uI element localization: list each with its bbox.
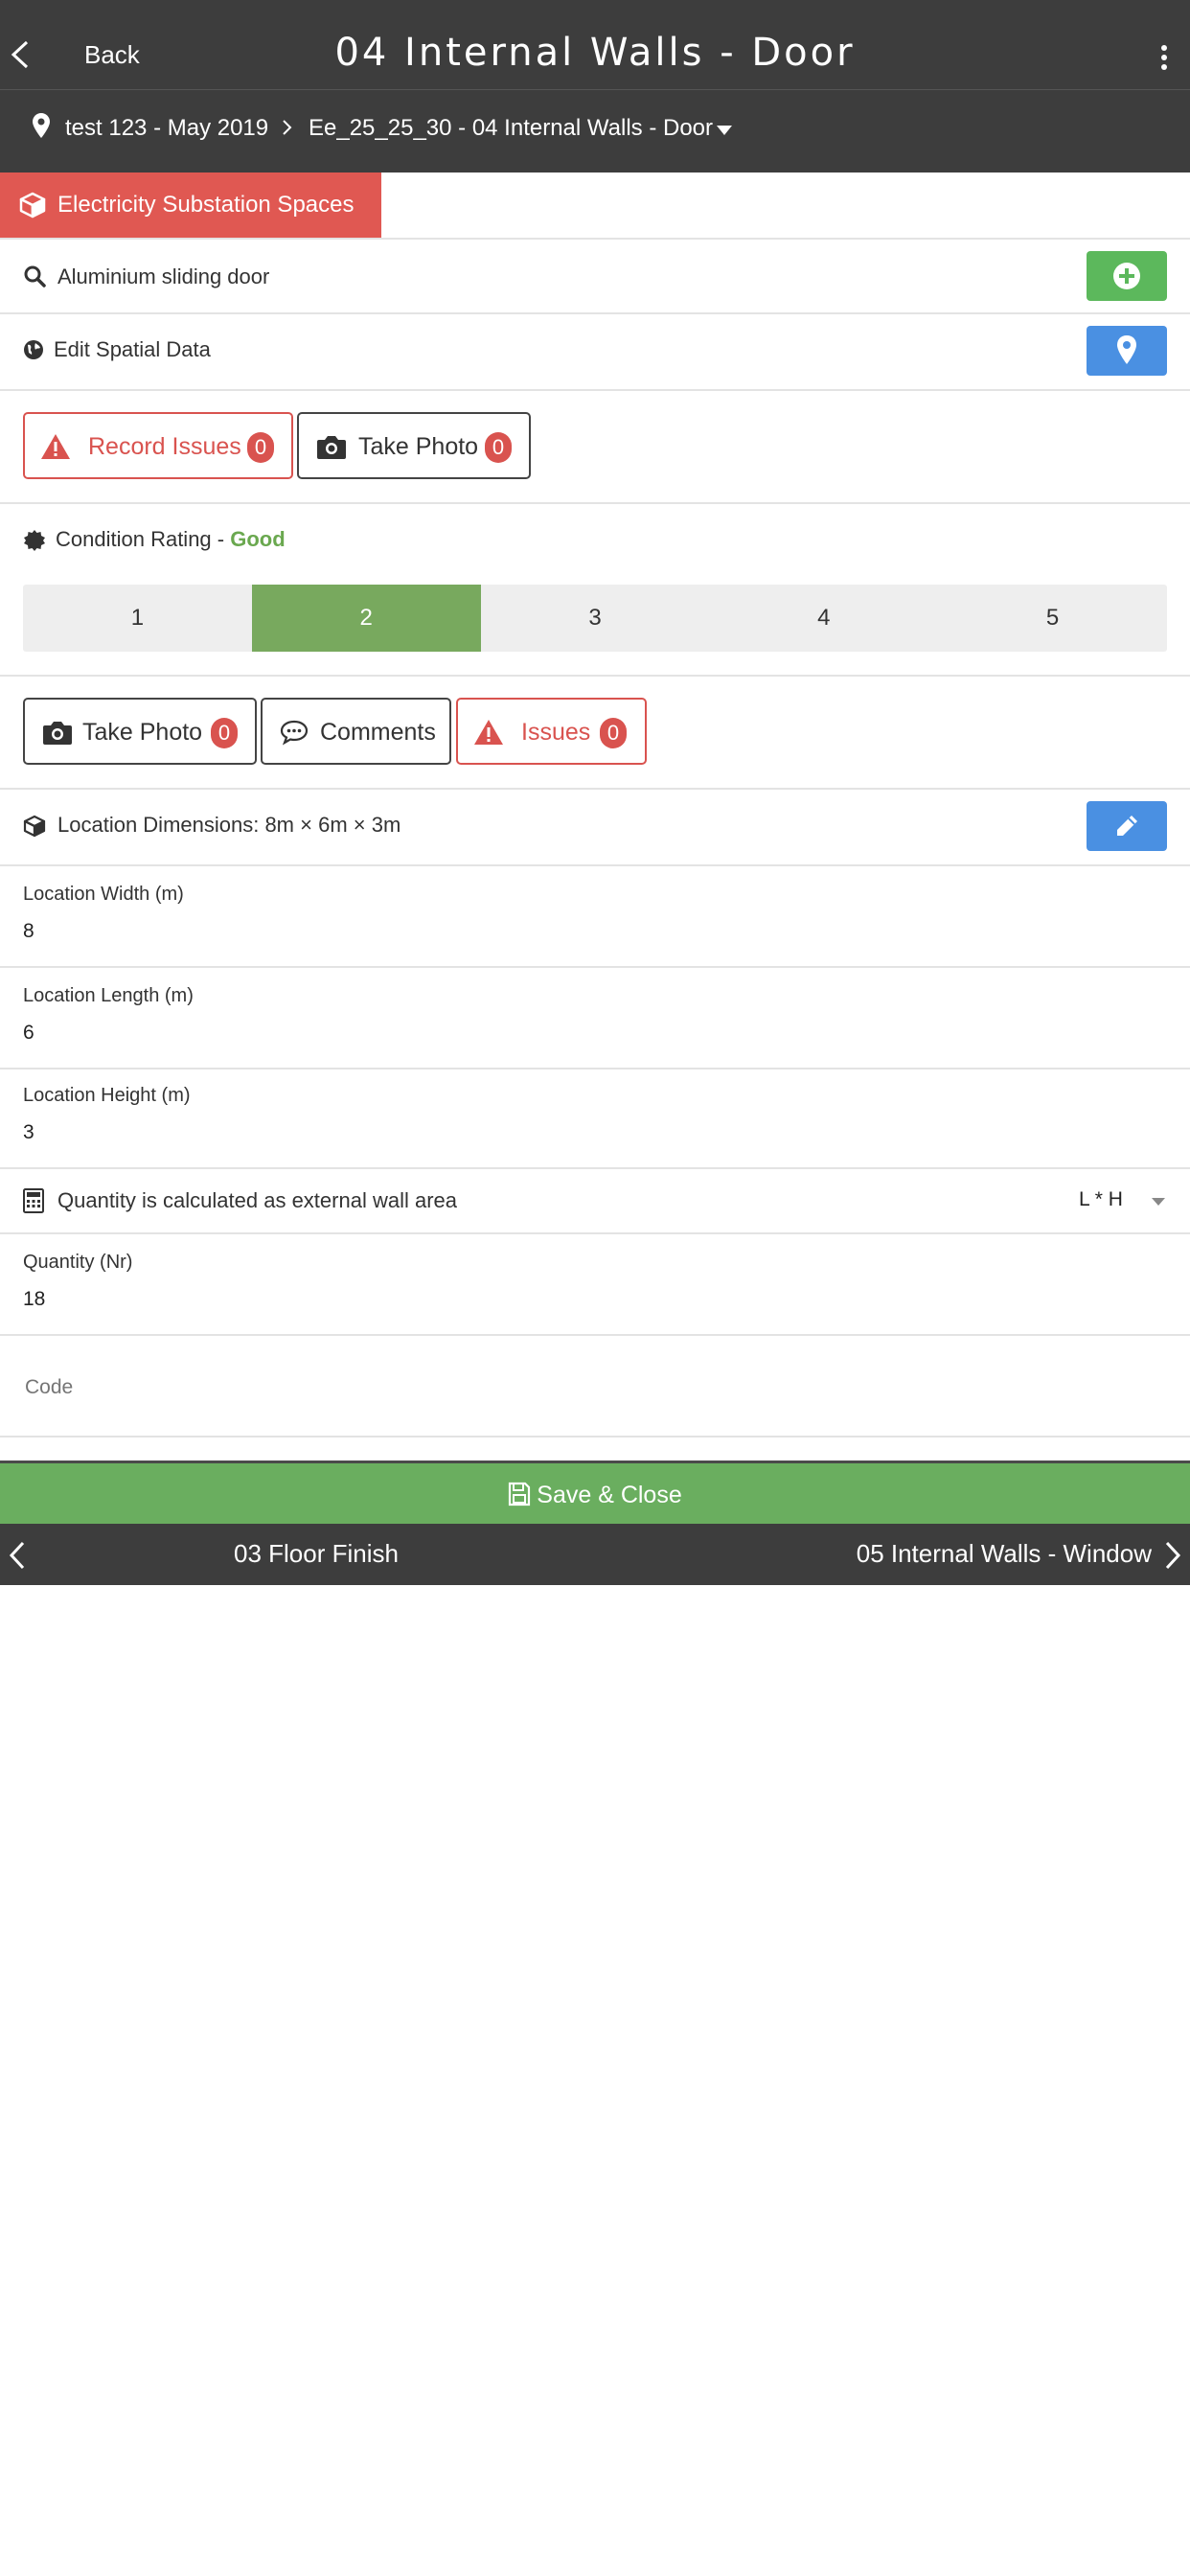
width-field[interactable]: Location Width (m) 8 [0, 866, 1190, 968]
formula-select[interactable]: L * H [1079, 1188, 1123, 1211]
prev-element-link[interactable]: 03 Floor Finish [234, 1539, 399, 1569]
rating-photo-count-badge: 0 [211, 718, 238, 748]
caret-down-icon[interactable] [1152, 1198, 1165, 1206]
length-field[interactable]: Location Length (m) 6 [0, 968, 1190, 1070]
spatial-row[interactable]: Edit Spatial Data [0, 314, 1190, 391]
comments-label: Comments [320, 719, 436, 746]
issues-count-badge: 0 [247, 432, 274, 463]
rating-take-photo-label: Take Photo [82, 719, 203, 746]
next-element-link[interactable]: 05 Internal Walls - Window [857, 1539, 1152, 1569]
map-pin-icon [33, 113, 50, 138]
pencil-icon [1117, 816, 1137, 836]
height-value[interactable]: 3 [23, 1121, 34, 1144]
length-value[interactable]: 6 [23, 1022, 34, 1045]
comments-button[interactable]: Comments [261, 698, 451, 765]
quantity-label: Quantity (Nr) [23, 1252, 133, 1273]
height-field[interactable]: Location Height (m) 3 [0, 1070, 1190, 1169]
issues-button[interactable]: Issues 0 [456, 698, 647, 765]
product-row[interactable]: Aluminium sliding door [0, 240, 1190, 314]
rating-take-photo-button[interactable]: Take Photo 0 [23, 698, 257, 765]
rating-option-4[interactable]: 4 [709, 585, 938, 652]
record-issues-button[interactable]: Record Issues 0 [23, 412, 293, 479]
code-field[interactable] [0, 1336, 1190, 1438]
dimensions-label: Location Dimensions: 8m × 6m × 3m [57, 813, 401, 837]
breadcrumb: test 123 - May 2019 Ee_25_25_30 - 04 Int… [0, 90, 1190, 172]
save-close-label: Save & Close [537, 1482, 682, 1508]
code-input[interactable] [23, 1368, 1163, 1407]
bottom-nav: 03 Floor Finish 05 Internal Walls - Wind… [0, 1524, 1190, 1585]
width-label: Location Width (m) [23, 884, 184, 905]
cube-icon [19, 192, 46, 218]
camera-icon [317, 436, 346, 459]
certificate-icon [24, 530, 45, 551]
chevron-right-icon[interactable] [1163, 1541, 1182, 1570]
breadcrumb-element[interactable]: Ee_25_25_30 - 04 Internal Walls - Door [309, 115, 713, 142]
photo-count-badge: 0 [485, 432, 512, 463]
camera-icon [43, 722, 72, 745]
space-tag[interactable]: Electricity Substation Spaces [0, 172, 381, 238]
breadcrumb-project[interactable]: test 123 - May 2019 [65, 115, 268, 142]
cube-icon [23, 815, 46, 838]
save-close-button[interactable]: Save & Close [0, 1460, 1190, 1524]
calculator-icon [23, 1188, 44, 1213]
edit-spatial-button[interactable] [1087, 326, 1167, 376]
length-label: Location Length (m) [23, 985, 194, 1006]
plus-circle-icon [1113, 263, 1140, 289]
floppy-disk-icon [509, 1482, 531, 1506]
height-label: Location Height (m) [23, 1085, 191, 1106]
spatial-label: Edit Spatial Data [54, 337, 211, 361]
rating-option-2[interactable]: 2 [251, 585, 481, 652]
edit-dimensions-button[interactable] [1087, 801, 1167, 851]
chevron-right-icon [283, 120, 292, 135]
quantity-value[interactable]: 18 [23, 1288, 45, 1311]
condition-label: Condition Rating - Good [56, 527, 286, 552]
width-value[interactable]: 8 [23, 920, 34, 943]
condition-prefix: Condition Rating - [56, 527, 231, 551]
comment-icon [280, 720, 309, 746]
space-tag-label: Electricity Substation Spaces [57, 192, 355, 218]
warning-icon [474, 720, 503, 745]
rating-actions-row: Take Photo 0 Comments Issues 0 [0, 677, 1190, 790]
warning-icon [41, 434, 70, 459]
quantity-calc-label: Quantity is calculated as external wall … [57, 1188, 457, 1212]
actions-row: Record Issues 0 Take Photo 0 [0, 391, 1190, 504]
take-photo-label: Take Photo [358, 433, 479, 460]
search-icon [24, 265, 46, 288]
condition-value: Good [230, 527, 286, 551]
rating-selector[interactable]: 1 2 3 4 5 [23, 585, 1167, 652]
page-title: 04 Internal Walls - Door [334, 31, 856, 75]
top-bar: Back 04 Internal Walls - Door [0, 0, 1190, 90]
quantity-calc-row[interactable]: Quantity is calculated as external wall … [0, 1169, 1190, 1234]
quantity-field[interactable]: Quantity (Nr) 18 [0, 1234, 1190, 1336]
take-photo-button[interactable]: Take Photo 0 [297, 412, 531, 479]
map-marker-icon [1117, 335, 1136, 364]
chevron-left-icon[interactable] [8, 1541, 27, 1570]
rating-option-5[interactable]: 5 [938, 585, 1167, 652]
issues-label: Issues [521, 719, 591, 746]
dimensions-row[interactable]: Location Dimensions: 8m × 6m × 3m [0, 790, 1190, 866]
more-options-icon[interactable] [1159, 44, 1169, 71]
rating-issues-count-badge: 0 [600, 718, 627, 748]
record-issues-label: Record Issues [88, 433, 241, 460]
add-product-button[interactable] [1087, 251, 1167, 301]
product-name: Aluminium sliding door [57, 264, 270, 288]
rating-option-1[interactable]: 1 [23, 585, 252, 652]
caret-down-icon[interactable] [717, 126, 732, 135]
globe-icon [24, 340, 43, 359]
rating-option-3[interactable]: 3 [481, 585, 710, 652]
